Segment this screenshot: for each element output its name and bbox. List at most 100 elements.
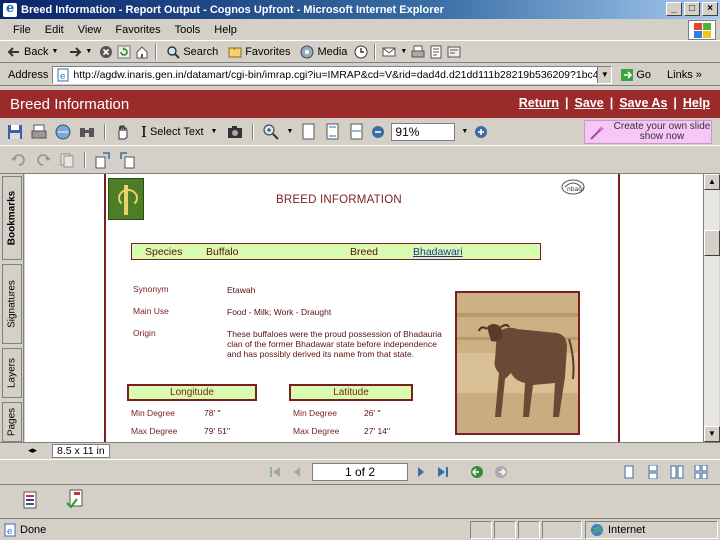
scroll-up-icon[interactable]: ▲ xyxy=(704,174,720,190)
stop-icon[interactable] xyxy=(99,45,113,59)
favorites-button[interactable]: Favorites xyxy=(225,45,293,59)
snapshot-icon[interactable] xyxy=(226,123,244,141)
undo-icon[interactable] xyxy=(10,151,28,169)
save-as-link[interactable]: Save As xyxy=(619,96,667,110)
save-icon[interactable] xyxy=(6,123,24,141)
redo-icon[interactable] xyxy=(34,151,52,169)
scroll-thumb[interactable] xyxy=(704,230,720,256)
vertical-scrollbar[interactable]: ▲ ▼ xyxy=(703,174,720,442)
menu-edit[interactable]: Edit xyxy=(38,24,71,36)
facing-icon[interactable] xyxy=(670,465,684,479)
address-bar: Address e http://agdw.inaris.gen.in/data… xyxy=(0,64,720,86)
header-links: Return | Save | Save As | Help xyxy=(519,96,710,110)
page-icon: e xyxy=(57,68,69,82)
home-icon[interactable] xyxy=(135,45,149,59)
menu-file[interactable]: File xyxy=(6,24,38,36)
help-link[interactable]: Help xyxy=(683,96,710,110)
media-button[interactable]: Media xyxy=(297,45,350,59)
page-number-input[interactable]: 1 of 2 xyxy=(312,463,408,481)
tab-signatures[interactable]: Signatures xyxy=(2,264,22,344)
edit-icon[interactable] xyxy=(429,45,443,59)
breed-link[interactable]: Bhadawari xyxy=(413,246,463,258)
forward-button[interactable]: ▼ xyxy=(65,45,95,59)
tab-layers[interactable]: Layers xyxy=(2,348,22,398)
create-slideshow-promo[interactable]: Create your own slide show now xyxy=(584,120,712,144)
menu-help[interactable]: Help xyxy=(207,24,244,36)
zoom-in-button-icon[interactable] xyxy=(474,125,488,139)
last-page-icon[interactable] xyxy=(436,465,450,479)
find-icon[interactable] xyxy=(78,123,96,141)
document-properties-icon[interactable] xyxy=(22,491,38,509)
address-dropdown-icon[interactable]: ▼ xyxy=(597,66,612,83)
maximize-button[interactable]: □ xyxy=(684,2,700,16)
scroll-left-right-icon[interactable]: ◂▸ xyxy=(28,445,37,456)
links-button[interactable]: Links » xyxy=(667,69,702,81)
go-button[interactable]: Go xyxy=(620,68,651,82)
back-dropdown-icon[interactable]: ▼ xyxy=(51,48,58,55)
page-size-strip: ◂▸ 8.5 x 11 in xyxy=(0,442,720,458)
species-value: Buffalo xyxy=(206,246,239,258)
discuss-icon[interactable] xyxy=(447,45,461,59)
magic-wand-icon xyxy=(590,126,604,140)
toolbar-separator xyxy=(104,123,106,140)
tab-layers-label: Layers xyxy=(6,357,18,389)
menu-favorites[interactable]: Favorites xyxy=(108,24,167,36)
window-title-bar: Breed Information - Report Output - Cogn… xyxy=(0,0,720,19)
media-label: Media xyxy=(317,45,348,58)
rotate-counterclockwise-icon[interactable] xyxy=(118,151,136,169)
refresh-icon[interactable] xyxy=(117,45,131,59)
select-text-dropdown-icon[interactable]: ▼ xyxy=(211,128,218,135)
toolbar-separator xyxy=(374,43,377,60)
single-page-icon[interactable] xyxy=(622,465,636,479)
mail-icon[interactable] xyxy=(382,45,396,59)
previous-view-icon[interactable] xyxy=(470,465,484,479)
actual-size-icon[interactable] xyxy=(299,123,317,141)
mail-dropdown-icon[interactable]: ▼ xyxy=(400,48,407,55)
history-icon[interactable] xyxy=(354,45,368,59)
zoom-in-icon[interactable] xyxy=(262,123,280,141)
zoom-level-dropdown-icon[interactable]: ▼ xyxy=(461,128,468,135)
email-icon[interactable] xyxy=(54,123,72,141)
rotate-clockwise-icon[interactable] xyxy=(94,151,112,169)
save-link[interactable]: Save xyxy=(575,96,604,110)
return-link[interactable]: Return xyxy=(519,96,559,110)
print-icon[interactable] xyxy=(30,123,48,141)
menu-tools[interactable]: Tools xyxy=(168,24,208,36)
scroll-down-icon[interactable]: ▼ xyxy=(704,426,720,442)
menu-view[interactable]: View xyxy=(71,24,109,36)
synonym-value: Etawah xyxy=(227,285,256,295)
navigation-tabs: Bookmarks Signatures Layers Pages xyxy=(0,174,24,442)
print-icon[interactable] xyxy=(411,45,425,59)
tab-pages[interactable]: Pages xyxy=(2,402,22,442)
forward-dropdown-icon[interactable]: ▼ xyxy=(85,48,92,55)
address-input[interactable]: e http://agdw.inaris.gen.in/datamart/cgi… xyxy=(52,65,613,84)
first-page-icon[interactable] xyxy=(268,465,282,479)
back-button[interactable]: Back ▼ xyxy=(4,45,61,59)
hand-tool-icon[interactable] xyxy=(114,123,132,141)
close-button[interactable]: × xyxy=(702,2,718,16)
search-button[interactable]: Search xyxy=(163,45,221,59)
select-text-tool[interactable]: I Select Text ▼ xyxy=(138,123,220,141)
continuous-facing-icon[interactable] xyxy=(694,465,708,479)
links-chevron-icon: » xyxy=(695,68,702,81)
search-icon xyxy=(167,45,181,59)
fit-page-icon[interactable] xyxy=(323,123,341,141)
standard-toolbar: Back ▼ ▼ Search Favorites Media ▼ xyxy=(0,41,720,63)
document-status-icon[interactable] xyxy=(66,489,84,509)
latitude-max-label: Max Degree xyxy=(293,426,340,436)
continuous-icon[interactable] xyxy=(646,465,660,479)
next-view-icon[interactable] xyxy=(494,465,508,479)
tab-bookmarks[interactable]: Bookmarks xyxy=(2,176,22,260)
copy-icon[interactable] xyxy=(58,151,76,169)
zoom-out-button-icon[interactable] xyxy=(371,125,385,139)
next-page-icon[interactable] xyxy=(414,465,428,479)
go-label: Go xyxy=(636,68,652,81)
document-view[interactable]: nbagr BREED INFORMATION Species Buffalo … xyxy=(25,174,703,442)
zoom-dropdown-icon[interactable]: ▼ xyxy=(286,128,293,135)
previous-page-icon[interactable] xyxy=(290,465,304,479)
fit-width-icon[interactable] xyxy=(347,123,365,141)
longitude-header: Longitude xyxy=(127,384,257,401)
zoom-level-input[interactable]: 91% xyxy=(391,122,456,141)
minimize-button[interactable]: _ xyxy=(666,2,682,16)
latitude-header: Latitude xyxy=(289,384,413,401)
